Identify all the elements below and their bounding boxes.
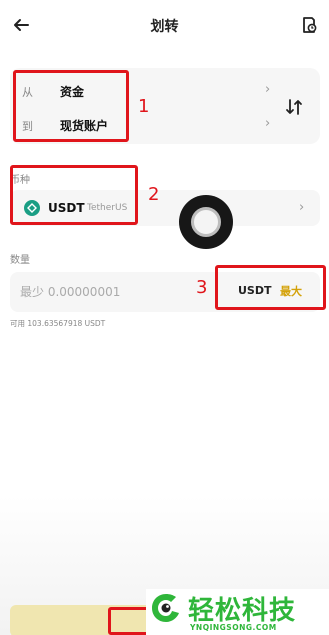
amount-input[interactable] xyxy=(20,281,190,303)
annotation-number-2: 2 xyxy=(148,184,160,205)
swap-vertical-icon[interactable] xyxy=(283,96,305,118)
annotation-number-3: 3 xyxy=(196,277,208,298)
watermark-text: 轻松科技 xyxy=(188,596,297,626)
watermark-subtext: YNQINGSONG.COM xyxy=(190,623,277,632)
chevron-right-icon[interactable]: › xyxy=(265,82,270,97)
page-title: 划转 xyxy=(150,19,179,35)
watermark-logo-icon xyxy=(152,594,179,622)
annotation-box-3 xyxy=(215,265,326,310)
available-balance: 可用 103.63567918 USDT xyxy=(10,319,106,328)
annotation-box-2 xyxy=(10,165,138,225)
chevron-right-icon[interactable]: › xyxy=(299,200,304,215)
touch-indicator-center xyxy=(191,207,221,237)
transfer-screen: 划转 从 资金 › 到 现货账户 › 1 币种 USDT TetherUS › … xyxy=(0,0,329,635)
annotation-number-1: 1 xyxy=(138,96,150,117)
annotation-box-1 xyxy=(13,70,129,142)
amount-section-label: 数量 xyxy=(10,255,30,266)
chevron-right-icon[interactable]: › xyxy=(265,116,270,131)
history-icon[interactable] xyxy=(299,15,319,35)
